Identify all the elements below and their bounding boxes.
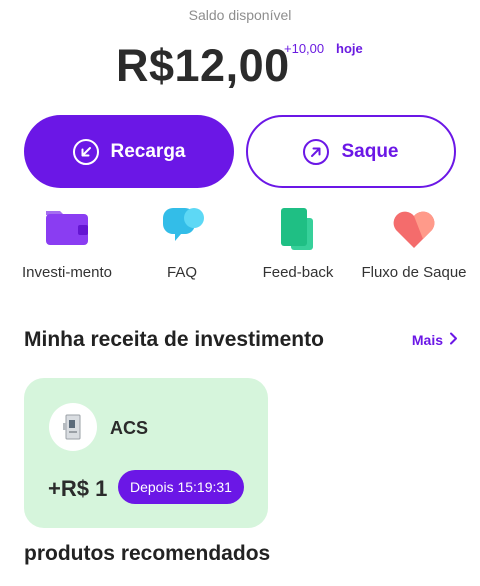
quick-link-label: FAQ	[166, 264, 197, 281]
withdraw-button[interactable]: Saque	[246, 115, 456, 188]
product-logo	[49, 403, 97, 451]
chat-bubbles-icon	[163, 208, 204, 241]
recommended-title: produtos recomendados	[24, 542, 271, 565]
investment-card[interactable]: ACS +R$ 1 Depois 15:19:31	[24, 378, 268, 528]
quick-link-withdraw-flow[interactable]: Fluxo de Saque	[354, 206, 474, 282]
quick-link-label: Investi-mento	[21, 264, 113, 281]
heart-icon	[393, 211, 435, 248]
quick-link-feedback[interactable]: Feed-back	[238, 206, 358, 282]
more-link[interactable]: Mais	[412, 332, 458, 348]
product-name: ACS	[110, 418, 149, 438]
balance-delta-period: hoje	[336, 41, 363, 56]
quick-link-investment[interactable]: Investi-mento	[7, 206, 127, 282]
balance-label: Saldo disponível	[188, 7, 292, 23]
balance-amount: R$12,00	[116, 40, 290, 91]
quick-link-label: Feed-back	[262, 264, 334, 281]
recharge-label: Recarga	[110, 140, 186, 162]
arrow-up-right-icon	[303, 138, 330, 165]
more-label: Mais	[411, 332, 443, 348]
machine-icon	[63, 414, 81, 440]
recharge-button[interactable]: Recarga	[24, 115, 234, 188]
withdraw-label: Saque	[341, 140, 399, 162]
documents-icon	[281, 208, 313, 250]
countdown-badge: Depois 15:19:31	[118, 470, 244, 504]
investment-section-title: Minha receita de investimento	[24, 328, 324, 351]
balance-delta: +10,00	[284, 41, 325, 56]
arrow-down-left-icon	[72, 138, 99, 165]
chevron-right-icon	[449, 332, 458, 348]
quick-link-faq[interactable]: FAQ	[122, 206, 242, 282]
quick-link-label: Fluxo de Saque	[361, 264, 467, 281]
wallet-icon	[46, 211, 88, 245]
product-gain: +R$ 1	[48, 476, 108, 501]
